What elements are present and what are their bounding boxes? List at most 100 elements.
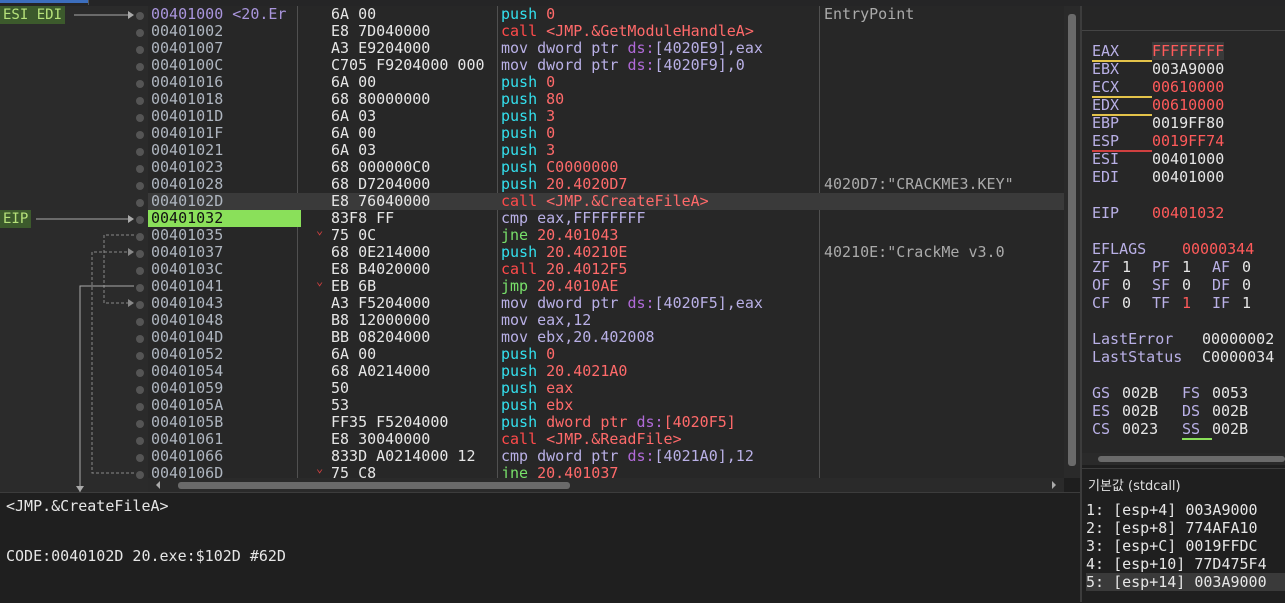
disasm-row[interactable]: 00401035 75 0C ⌄ jne 20.401043 (148, 227, 1064, 244)
register-value[interactable]: 00000002 (1202, 330, 1274, 348)
register-esi[interactable]: ESI 00401000 (1092, 150, 1224, 168)
breakpoint-dot[interactable] (136, 97, 144, 105)
breakpoint-dot[interactable] (136, 301, 144, 309)
breakpoint-dot[interactable] (136, 352, 144, 360)
argument-row[interactable]: 4: [esp+10] 77D475F4 (1086, 555, 1267, 573)
breakpoint-dot[interactable] (136, 199, 144, 207)
flag-value[interactable]: 1 (1182, 258, 1191, 276)
flag-df[interactable]: DF 0 (1212, 276, 1251, 294)
disasm-row[interactable]: 0040102D E8 76040000 call <JMP.&CreateFile… (148, 193, 1064, 210)
segment-es[interactable]: ES 002B (1092, 402, 1158, 420)
breakpoint-dot[interactable] (136, 12, 144, 20)
breakpoint-dot[interactable] (136, 318, 144, 326)
disasm-row[interactable]: 00401061 E8 30040000 call <JMP.&ReadFile> (148, 431, 1064, 448)
disasm-row[interactable]: 00401066 833D A0214000 12 cmp dword ptr ds… (148, 448, 1064, 465)
breakpoint-dot[interactable] (136, 182, 144, 190)
segment-value[interactable]: 0053 (1212, 384, 1248, 402)
register-value[interactable]: 003A9000 (1152, 60, 1224, 78)
register-value[interactable]: 0019FF74 (1152, 132, 1224, 150)
scroll-right-arrow-icon[interactable] (1052, 481, 1060, 489)
breakpoint-dot[interactable] (136, 80, 144, 88)
flag-cf[interactable]: CF 0 (1092, 294, 1131, 312)
flag-value[interactable]: 1 (1182, 294, 1191, 312)
breakpoint-dot[interactable] (136, 165, 144, 173)
register-eax[interactable]: EAX FFFFFFFF (1092, 42, 1225, 62)
register-esp[interactable]: ESP 0019FF74 (1092, 132, 1224, 152)
register-value[interactable]: 00610000 (1152, 96, 1224, 114)
scrollbar-thumb[interactable] (1068, 14, 1076, 466)
argument-row[interactable]: 2: [esp+8] 774AFA10 (1086, 519, 1258, 537)
disassembly-vertical-scrollbar[interactable] (1064, 6, 1080, 478)
disasm-row[interactable]: 00401048 B8 12000000 mov eax,12 (148, 312, 1064, 329)
register-value[interactable]: 00401000 (1152, 168, 1224, 186)
disassembly-view[interactable]: 00401000 <20.Er 6A 00 push 0 EntryPoint 0040… (148, 6, 1064, 478)
breakpoint-dot[interactable] (136, 284, 144, 292)
breakpoint-dot[interactable] (136, 369, 144, 377)
segment-cs[interactable]: CS 0023 (1092, 420, 1158, 438)
breakpoint-dot[interactable] (136, 386, 144, 394)
jump-arrow-gutter[interactable]: ESI EDI EIP (0, 6, 148, 492)
flag-value[interactable]: 1 (1122, 258, 1131, 276)
disasm-row[interactable]: 0040104D BB 08204000 mov ebx,20.402008 (148, 329, 1064, 346)
disasm-row[interactable]: 00401018 68 80000000 push 80 (148, 91, 1064, 108)
register-lasterror[interactable]: LastError 00000002 (1092, 330, 1274, 348)
segment-value[interactable]: 002B (1122, 402, 1158, 420)
flag-value[interactable]: 0 (1122, 294, 1131, 312)
register-ebp[interactable]: EBP 0019FF80 (1092, 114, 1224, 132)
disasm-row[interactable]: 0040101D 6A 03 push 3 (148, 108, 1064, 125)
breakpoint-dot[interactable] (136, 148, 144, 156)
segment-ss[interactable]: SS 002B (1182, 420, 1248, 440)
breakpoint-dot[interactable] (136, 454, 144, 462)
disasm-row[interactable]: 0040105B FF35 F5204000 push dword ptr ds:[… (148, 414, 1064, 431)
register-ebx[interactable]: EBX 003A9000 (1092, 60, 1224, 78)
segment-value[interactable]: 0023 (1122, 420, 1158, 438)
flag-value[interactable]: 1 (1242, 294, 1251, 312)
pane-splitter[interactable] (1080, 6, 1082, 602)
register-value[interactable]: 00401000 (1152, 150, 1224, 168)
scrollbar-thumb[interactable] (178, 482, 570, 489)
flag-value[interactable]: 0 (1242, 258, 1251, 276)
breakpoint-dot[interactable] (136, 335, 144, 343)
disasm-row[interactable]: 0040105A 53 push ebx (148, 397, 1064, 414)
flag-af[interactable]: AF 0 (1212, 258, 1251, 276)
disasm-row[interactable]: 00401000 <20.Er 6A 00 push 0 EntryPoint (148, 6, 1064, 23)
calling-convention-label[interactable]: 기본값 (stdcall) (1088, 475, 1181, 494)
breakpoint-dot[interactable] (136, 63, 144, 71)
flag-of[interactable]: OF 0 (1092, 276, 1131, 294)
register-laststatus[interactable]: LastStatus C0000034 (1092, 348, 1274, 366)
segment-value[interactable]: 002B (1122, 384, 1158, 402)
register-value[interactable]: FFFFFFFF (1152, 42, 1225, 60)
registers-pane[interactable]: EAX FFFFFFFF EBX 003A9000 ECX 00610000 EDX 0061… (1082, 6, 1285, 461)
register-ecx[interactable]: ECX 00610000 (1092, 78, 1224, 98)
disasm-row[interactable]: 00401037 68 0E214000 push 20.40210E 40210E:… (148, 244, 1064, 261)
register-value[interactable]: 00610000 (1152, 78, 1224, 96)
disasm-row[interactable]: 0040100C C705 F9204000 000 mov dword ptr d… (148, 57, 1064, 74)
breakpoint-dot[interactable] (136, 46, 144, 54)
flag-value[interactable]: 0 (1122, 276, 1131, 294)
disasm-row[interactable]: 00401002 E8 7D040000 call <JMP.&GetModuleH… (148, 23, 1064, 40)
segment-ds[interactable]: DS 002B (1182, 402, 1248, 420)
argument-row[interactable]: 1: [esp+4] 003A9000 (1086, 501, 1258, 519)
breakpoint-dot[interactable] (136, 233, 144, 241)
scroll-left-arrow-icon[interactable] (152, 481, 160, 489)
register-value[interactable]: 0019FF80 (1152, 114, 1224, 132)
breakpoint-dot[interactable] (136, 29, 144, 37)
active-tab-indicator[interactable] (0, 0, 88, 3)
flag-value[interactable]: 0 (1182, 276, 1191, 294)
breakpoint-dot[interactable] (136, 403, 144, 411)
argument-row[interactable]: 3: [esp+C] 0019FFDC (1086, 537, 1258, 555)
register-eflags[interactable]: EFLAGS 00000344 (1092, 240, 1254, 258)
disasm-row[interactable]: 00401041 EB 6B ⌄ jmp 20.4010AE (148, 278, 1064, 295)
register-eip[interactable]: EIP 00401032 (1092, 204, 1224, 222)
flag-tf[interactable]: TF 1 (1152, 294, 1191, 312)
disasm-row[interactable]: 00401028 68 D7204000 push 20.4020D7 4020D7:… (148, 176, 1064, 193)
flag-sf[interactable]: SF 0 (1152, 276, 1191, 294)
disasm-row[interactable]: 00401032 83F8 FF cmp eax,FFFFFFFF (148, 210, 1064, 227)
disasm-row[interactable]: 0040103C E8 B4020000 call 20.4012F5 (148, 261, 1064, 278)
disasm-row[interactable]: 0040101F 6A 00 push 0 (148, 125, 1064, 142)
segment-fs[interactable]: FS 0053 (1182, 384, 1248, 402)
segment-value[interactable]: 002B (1212, 402, 1248, 420)
register-value[interactable]: 00401032 (1152, 204, 1224, 222)
segment-value[interactable]: 002B (1212, 420, 1248, 438)
argument-row[interactable]: 5: [esp+14] 003A9000 (1086, 573, 1285, 591)
